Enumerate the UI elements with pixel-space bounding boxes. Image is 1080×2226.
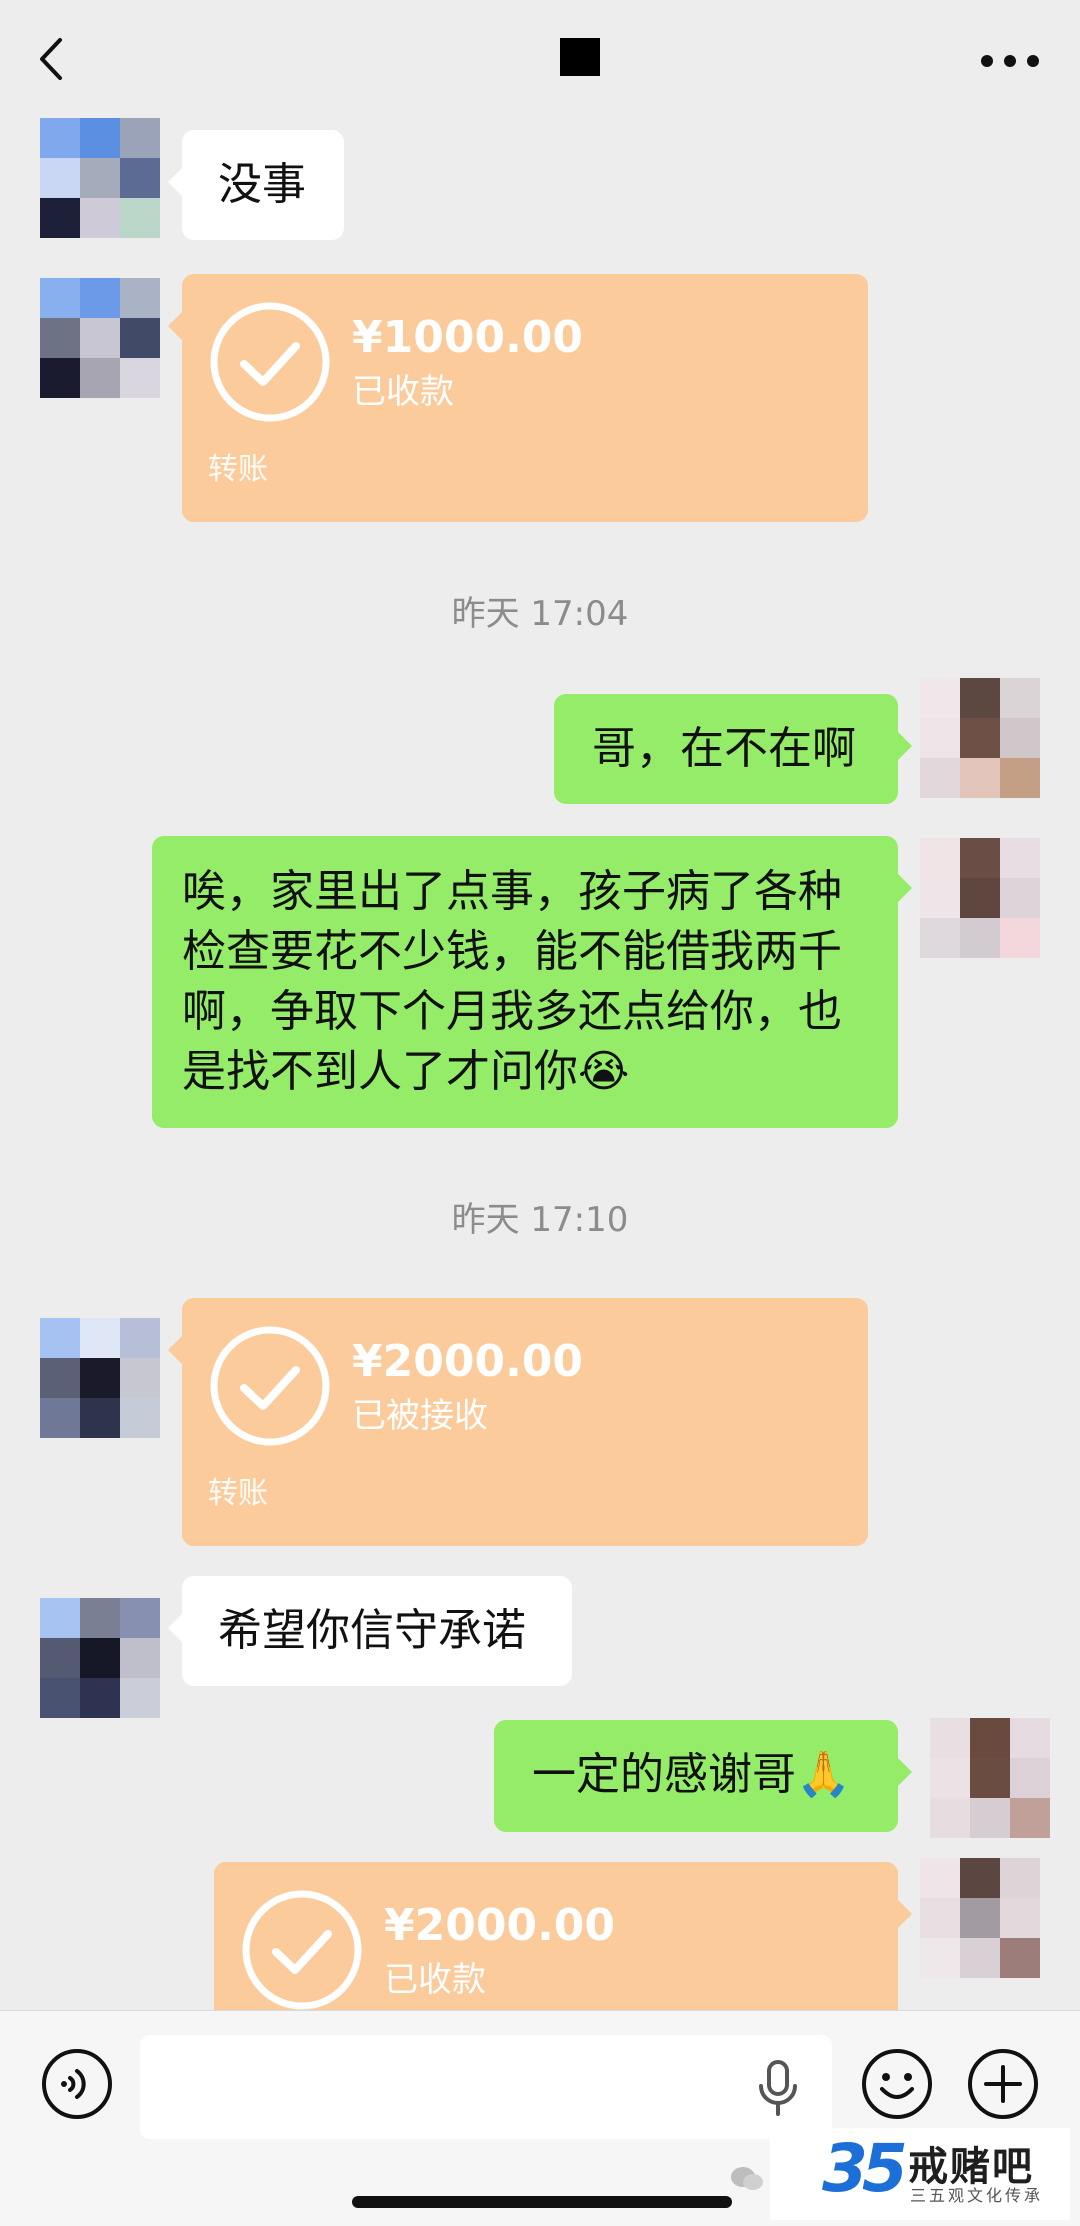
- avatar-left[interactable]: [40, 1598, 160, 1718]
- message-line: 检查要花不少钱，能不能借我两千: [182, 926, 842, 977]
- avatar-right[interactable]: [920, 678, 1040, 798]
- watermark-logo: 35: [822, 2130, 918, 2207]
- check-circle-icon: [240, 1888, 364, 2012]
- check-circle-icon: [210, 1326, 330, 1446]
- avatar-left[interactable]: [40, 118, 160, 238]
- watermark-subtitle: 三五观文化传承: [910, 2186, 1044, 2205]
- transfer-status: 已被接收: [352, 1396, 488, 1436]
- timestamp: 昨天 17:10: [451, 1200, 629, 1240]
- transfer-card[interactable]: ¥1000.00 已收款 转账: [168, 274, 868, 522]
- message-line: 啊，争取下个月我多还点给你，也: [182, 986, 842, 1037]
- transfer-type: 转账: [208, 1476, 268, 1511]
- avatar-right[interactable]: [920, 838, 1040, 958]
- avatar-right[interactable]: [920, 1858, 1040, 1978]
- timestamp: 昨天 17:04: [451, 594, 629, 634]
- avatar-right[interactable]: [930, 1718, 1050, 1838]
- voice-icon[interactable]: [40, 2047, 114, 2121]
- watermark-logo-text: 35: [822, 2130, 908, 2207]
- message-bubble[interactable]: 哥，在不在啊: [554, 694, 912, 804]
- message-text: 一定的感谢哥🙏: [532, 1749, 851, 1800]
- message-line: 是找不到人了才问你😭: [182, 1046, 630, 1097]
- message-bubble[interactable]: 一定的感谢哥🙏: [494, 1720, 912, 1832]
- chat-header: [0, 0, 1080, 118]
- avatar-left[interactable]: [40, 1318, 160, 1438]
- avatar-left[interactable]: [40, 278, 160, 398]
- message-input[interactable]: [140, 2035, 832, 2139]
- microphone-icon[interactable]: [752, 2058, 804, 2118]
- message-bubble[interactable]: 希望你信守承诺: [168, 1576, 572, 1686]
- message-text: 希望你信守承诺: [218, 1605, 526, 1656]
- wechat-watermark-icon: [731, 2167, 763, 2190]
- message-bubble[interactable]: 没事: [168, 130, 344, 240]
- message-text: 唉，家里出了点事，孩子病了各种 检查要花不少钱，能不能借我两千 啊，争取下个月我…: [182, 862, 882, 1102]
- transfer-card[interactable]: ¥2000.00 已被接收 转账: [168, 1298, 868, 1546]
- transfer-type: 转账: [208, 452, 268, 487]
- message-text: 没事: [218, 159, 306, 210]
- more-icon[interactable]: [980, 54, 1040, 68]
- plus-icon[interactable]: [966, 2047, 1040, 2121]
- emoji-icon[interactable]: [860, 2047, 934, 2121]
- transfer-card[interactable]: ¥2000.00 已收款: [214, 1862, 912, 2012]
- message-line: 唉，家里出了点事，孩子病了各种: [182, 866, 842, 917]
- transfer-status: 已收款: [352, 372, 454, 412]
- check-circle-icon: [210, 302, 330, 422]
- transfer-amount: ¥1000.00: [352, 312, 584, 363]
- transfer-amount: ¥2000.00: [384, 1900, 616, 1951]
- transfer-status: 已收款: [384, 1960, 486, 2000]
- transfer-amount: ¥2000.00: [352, 1336, 584, 1387]
- redacted-chat-title: [560, 38, 600, 76]
- back-icon[interactable]: [32, 34, 72, 84]
- home-indicator[interactable]: [352, 2196, 732, 2208]
- message-bubble[interactable]: 唉，家里出了点事，孩子病了各种 检查要花不少钱，能不能借我两千 啊，争取下个月我…: [152, 836, 912, 1128]
- message-text: 哥，在不在啊: [592, 723, 856, 774]
